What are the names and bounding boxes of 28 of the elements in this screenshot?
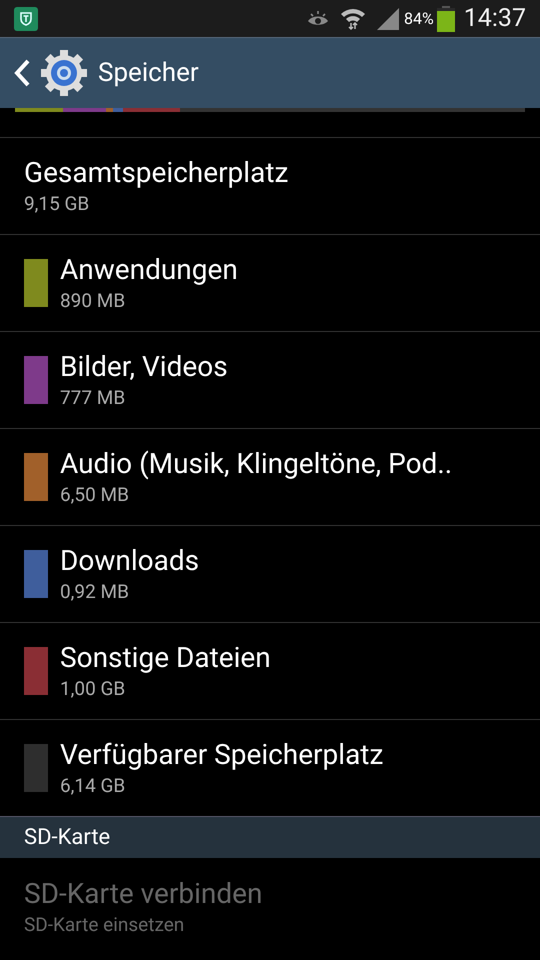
category-size: 1,00 GB xyxy=(60,676,126,702)
category-size: 777 MB xyxy=(60,385,126,411)
screen-title: Speicher xyxy=(98,56,199,90)
clock: 14:37 xyxy=(464,2,526,35)
signal-icon xyxy=(376,6,400,30)
total-storage-value: 9,15 GB xyxy=(24,191,90,217)
gear-icon xyxy=(40,49,88,97)
wifi-icon xyxy=(340,6,366,30)
total-storage-title: Gesamtspeicherplatz xyxy=(24,155,290,191)
category-title: Bilder, Videos xyxy=(60,349,228,385)
battery-icon xyxy=(436,6,455,32)
back-button[interactable] xyxy=(12,49,88,97)
category-title: Sonstige Dateien xyxy=(60,640,271,676)
battery-percent: 84% xyxy=(404,8,434,30)
eye-icon xyxy=(306,10,330,28)
mount-sd-title: SD-Karte verbinden xyxy=(24,876,264,912)
category-title: Audio (Musik, Klingeltöne, Pod.. xyxy=(60,446,452,482)
section-title: SD-Karte xyxy=(24,824,110,852)
mount-sd-subtitle: SD-Karte einsetzen xyxy=(24,912,186,938)
category-title: Downloads xyxy=(60,543,200,579)
category-size: 890 MB xyxy=(60,288,126,314)
category-size: 6,50 MB xyxy=(60,482,130,508)
category-size: 0,92 MB xyxy=(60,579,130,605)
shield-app-icon xyxy=(14,6,38,30)
back-icon xyxy=(12,58,32,88)
category-size: 6,14 GB xyxy=(60,773,126,799)
category-title: Verfügbarer Speicherplatz xyxy=(60,737,384,773)
category-title: Anwendungen xyxy=(60,252,238,288)
